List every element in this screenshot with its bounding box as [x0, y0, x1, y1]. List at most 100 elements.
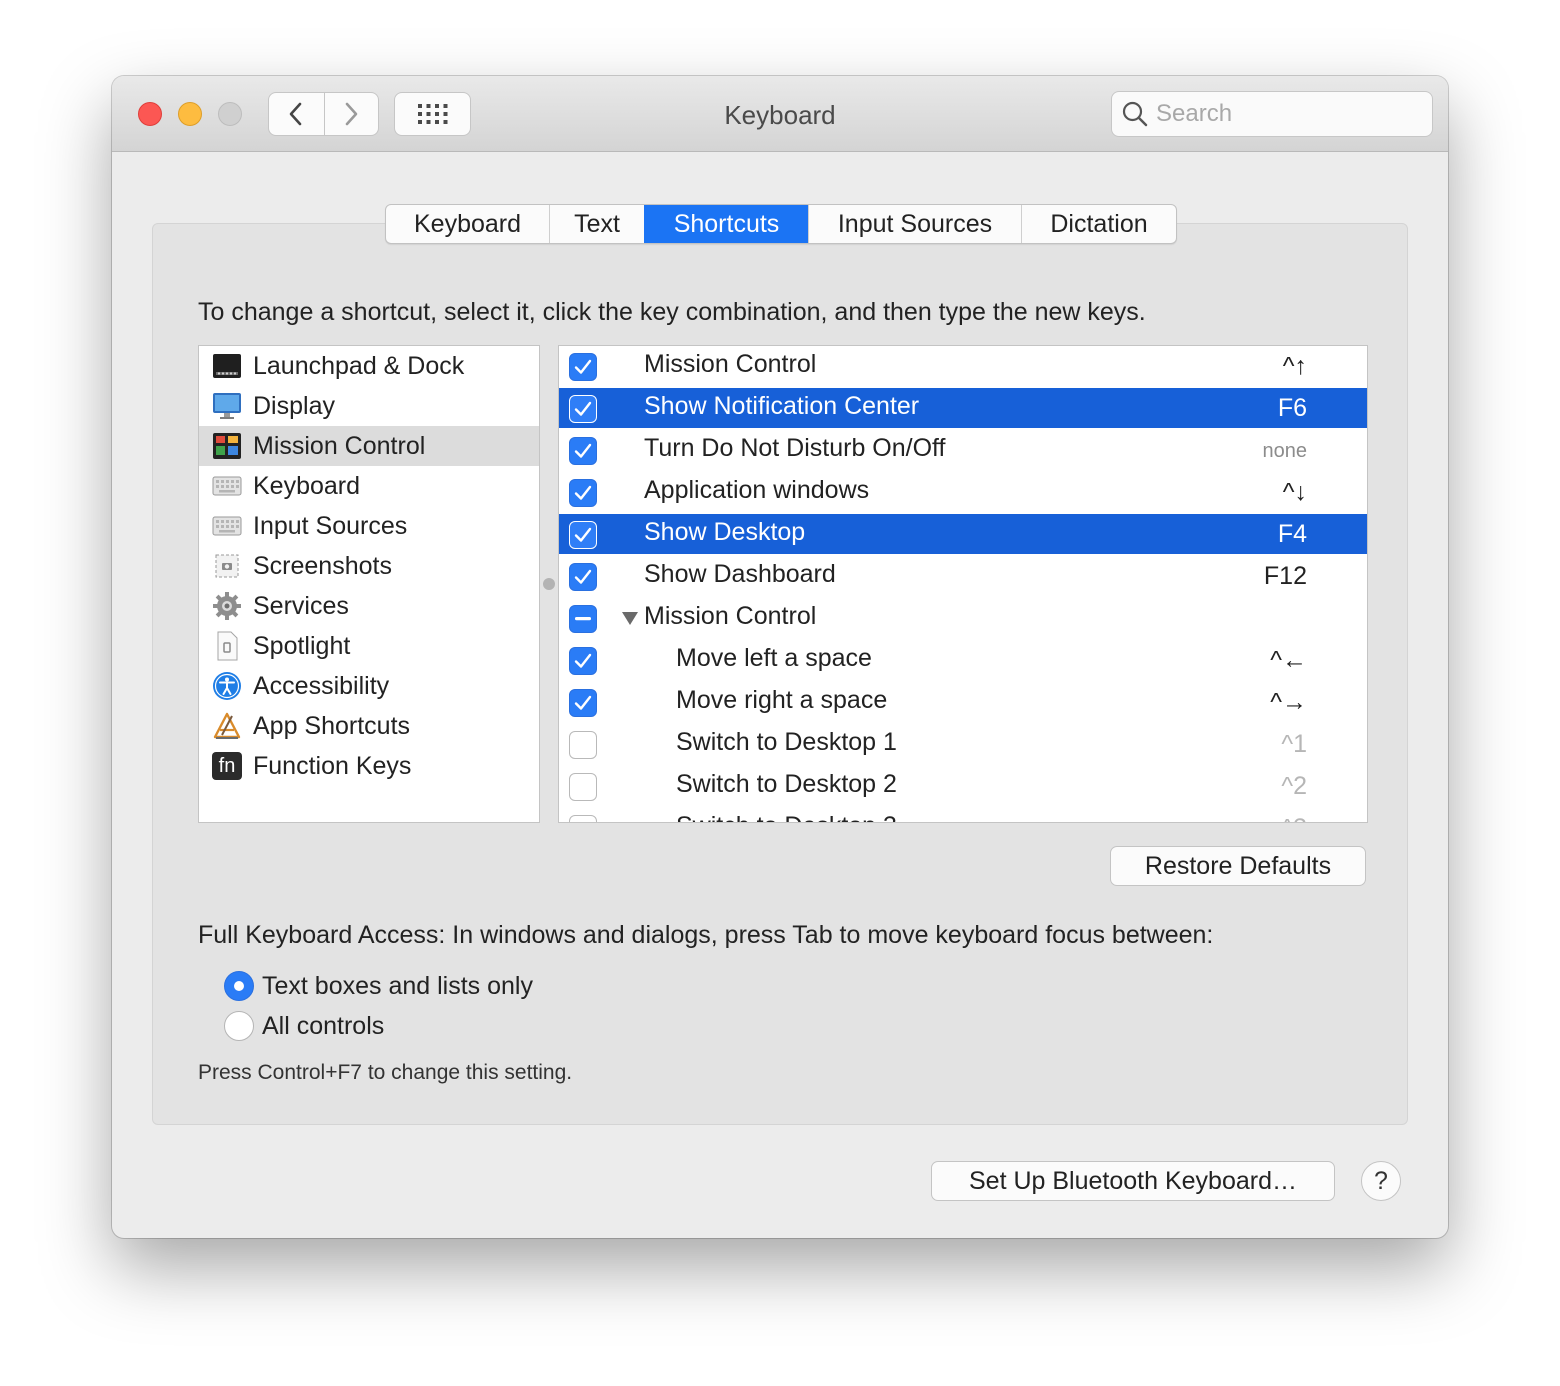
- disclosure-triangle-icon[interactable]: [622, 612, 638, 626]
- restore-defaults-button[interactable]: Restore Defaults: [1110, 846, 1366, 886]
- checkmark-icon: [574, 401, 592, 416]
- sidebar-item-label: Input Sources: [253, 511, 408, 540]
- shortcut-row[interactable]: Application windows ^↓: [559, 472, 1367, 512]
- checkmark-icon: [574, 569, 592, 584]
- shortcut-row[interactable]: Move right a space ^→: [559, 682, 1367, 722]
- radio-button[interactable]: [224, 1011, 254, 1041]
- shortcut-key[interactable]: ^↓: [1283, 478, 1307, 507]
- shortcut-label: Switch to Desktop 1: [676, 728, 897, 756]
- sidebar-item-label: App Shortcuts: [253, 711, 411, 740]
- shortcut-checkbox[interactable]: [569, 815, 597, 822]
- sidebar-item-app-shortcuts[interactable]: App Shortcuts: [199, 706, 539, 746]
- help-button[interactable]: ?: [1361, 1161, 1401, 1201]
- shortcut-row[interactable]: Switch to Desktop 3 ^3: [559, 808, 1367, 822]
- shortcut-checkbox[interactable]: [569, 437, 597, 465]
- shortcut-checkbox[interactable]: [569, 563, 597, 591]
- splitter-handle[interactable]: [543, 578, 555, 590]
- tab-dictation[interactable]: Dictation: [1021, 205, 1176, 243]
- sidebar-item-input-sources[interactable]: Input Sources: [199, 506, 539, 546]
- shortcut-row[interactable]: Switch to Desktop 2 ^2: [559, 766, 1367, 806]
- sidebar-item-label: Launchpad & Dock: [253, 351, 465, 380]
- sidebar-item-spotlight[interactable]: Spotlight: [199, 626, 539, 666]
- sidebar-item-keyboard[interactable]: Keyboard: [199, 466, 539, 506]
- shortcut-group-checkbox-mixed[interactable]: [569, 605, 597, 633]
- shortcut-row[interactable]: Move left a space ^←: [559, 640, 1367, 680]
- checkmark-icon: [574, 527, 592, 542]
- display-icon: [211, 390, 243, 422]
- set-up-bluetooth-keyboard-button[interactable]: Set Up Bluetooth Keyboard…: [931, 1161, 1335, 1201]
- checkmark-icon: [574, 443, 592, 458]
- instructions-text: To change a shortcut, select it, click t…: [198, 298, 1146, 326]
- search-field[interactable]: [1111, 91, 1433, 137]
- sidebar-item-label: Display: [253, 391, 335, 420]
- shortcut-row[interactable]: Turn Do Not Disturb On/Off none: [559, 430, 1367, 470]
- sidebar-item-screenshots[interactable]: Screenshots: [199, 546, 539, 586]
- tab-input-sources[interactable]: Input Sources: [808, 205, 1021, 243]
- sidebar-item-launchpad-dock[interactable]: Launchpad & Dock: [199, 346, 539, 386]
- checkmark-icon: [574, 485, 592, 500]
- shortcut-label: Switch to Desktop 3: [676, 812, 897, 822]
- radio-all-controls[interactable]: All controls: [224, 1009, 384, 1043]
- shortcut-label: Mission Control: [644, 350, 817, 378]
- shortcut-label: Show Desktop: [644, 518, 806, 546]
- title-bar: Keyboard: [112, 76, 1448, 152]
- sidebar-item-services[interactable]: Services: [199, 586, 539, 626]
- keyboard-access-hint: Press Control+F7 to change this setting.: [198, 1061, 573, 1084]
- shortcut-row[interactable]: Switch to Desktop 1 ^1: [559, 724, 1367, 764]
- shortcut-key[interactable]: ^1: [1281, 730, 1307, 759]
- app-shortcuts-icon: [211, 710, 243, 742]
- shortcut-key[interactable]: ^←: [1270, 646, 1307, 675]
- tab-text[interactable]: Text: [549, 205, 644, 243]
- shortcut-checkbox[interactable]: [569, 689, 597, 717]
- shortcut-group-label: Mission Control: [644, 602, 817, 630]
- shortcut-key[interactable]: ^3: [1281, 814, 1307, 822]
- shortcut-key[interactable]: ^→: [1270, 688, 1307, 717]
- sidebar-item-function-keys[interactable]: fn Function Keys: [199, 746, 539, 786]
- mission-control-icon: [211, 430, 243, 462]
- radio-text-boxes-only[interactable]: Text boxes and lists only: [224, 969, 533, 1003]
- radio-label: All controls: [262, 1011, 385, 1040]
- fn-key-icon: fn: [211, 750, 243, 782]
- spotlight-icon: [211, 630, 243, 662]
- shortcut-label: Turn Do Not Disturb On/Off: [644, 434, 946, 462]
- shortcut-row[interactable]: Mission Control ^↑: [559, 346, 1367, 386]
- shortcut-row[interactable]: Show Notification Center F6: [559, 388, 1367, 428]
- shortcut-checkbox[interactable]: [569, 479, 597, 507]
- shortcut-checkbox[interactable]: [569, 353, 597, 381]
- launchpad-dock-icon: [211, 350, 243, 382]
- search-input[interactable]: [1156, 100, 1416, 128]
- shortcut-label: Show Notification Center: [644, 392, 920, 420]
- shortcuts-list: Mission Control ^↑ Show Notification Cen…: [558, 345, 1368, 823]
- shortcut-key[interactable]: F4: [1278, 520, 1307, 549]
- full-keyboard-access-label: Full Keyboard Access: In windows and dia…: [198, 921, 1214, 949]
- sidebar-item-label: Spotlight: [253, 631, 351, 660]
- shortcut-key[interactable]: ^↑: [1283, 352, 1307, 381]
- shortcut-label: Move right a space: [676, 686, 888, 714]
- tab-shortcuts[interactable]: Shortcuts: [644, 205, 808, 243]
- shortcut-key[interactable]: ^2: [1281, 772, 1307, 801]
- shortcut-group-row[interactable]: Mission Control: [559, 598, 1367, 638]
- checkmark-icon: [574, 695, 592, 710]
- shortcut-checkbox[interactable]: [569, 395, 597, 423]
- shortcut-checkbox[interactable]: [569, 521, 597, 549]
- shortcut-checkbox[interactable]: [569, 773, 597, 801]
- keyboard-icon: [211, 470, 243, 502]
- shortcut-key[interactable]: F12: [1264, 562, 1307, 591]
- shortcut-label: Show Dashboard: [644, 560, 836, 588]
- sidebar-item-mission-control[interactable]: Mission Control: [199, 426, 539, 466]
- shortcut-row[interactable]: Show Dashboard F12: [559, 556, 1367, 596]
- sidebar-item-label: Mission Control: [253, 431, 426, 460]
- shortcut-checkbox[interactable]: [569, 731, 597, 759]
- shortcut-checkbox[interactable]: [569, 647, 597, 675]
- sidebar-item-accessibility[interactable]: Accessibility: [199, 666, 539, 706]
- shortcut-row[interactable]: Show Desktop F4: [559, 514, 1367, 554]
- shortcut-key[interactable]: none: [1263, 440, 1308, 463]
- shortcut-key[interactable]: F6: [1278, 394, 1307, 423]
- accessibility-icon: [211, 670, 243, 702]
- sidebar-item-display[interactable]: Display: [199, 386, 539, 426]
- keyboard-preferences-window: Keyboard Keyboard Text Shortcuts Input S…: [112, 76, 1448, 1238]
- radio-button-selected[interactable]: [224, 971, 254, 1001]
- sidebar-item-label: Screenshots: [253, 551, 392, 580]
- tab-keyboard[interactable]: Keyboard: [386, 205, 549, 243]
- shortcut-label: Switch to Desktop 2: [676, 770, 897, 798]
